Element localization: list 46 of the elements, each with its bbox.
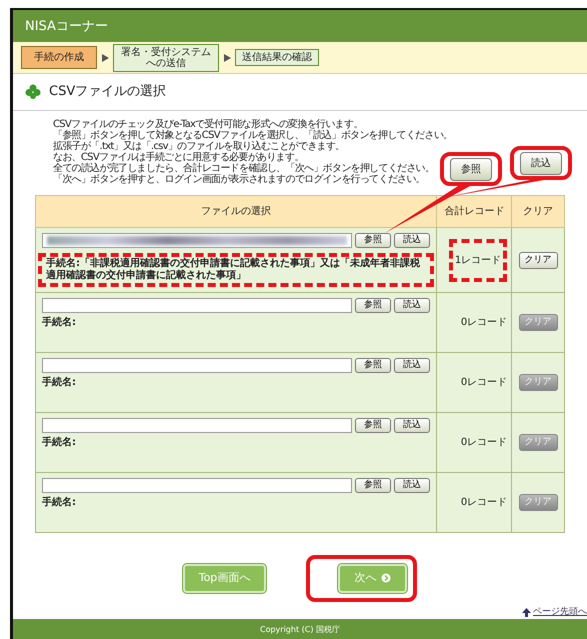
- file-field[interactable]: [42, 478, 352, 493]
- button-label: 参照: [450, 158, 492, 180]
- procedure-name: 手続名:: [42, 377, 77, 389]
- up-arrow-icon: [522, 608, 531, 617]
- column-header: クリア: [512, 196, 564, 228]
- instruction-text: なお、CSVファイルは手続ごとに用意する必要があります。: [53, 152, 304, 162]
- load-button[interactable]: 読込: [394, 478, 430, 493]
- corner-title: NISAコーナー: [25, 19, 108, 34]
- browse-button[interactable]: 参照: [355, 233, 391, 248]
- clover-icon: [25, 84, 41, 100]
- clear-button[interactable]: クリア: [518, 252, 558, 268]
- browse-button[interactable]: 参照: [355, 418, 391, 433]
- record-count: 1レコード: [454, 254, 502, 266]
- button-label: 読込: [520, 152, 562, 174]
- file-field[interactable]: [42, 298, 352, 313]
- browse-button[interactable]: 参照: [355, 358, 391, 373]
- record-count: 0レコード: [460, 317, 508, 328]
- instruction-text: 「次へ」ボタンを押すと、ログイン画面が表示されますのでログインを行ってください。: [53, 174, 426, 184]
- load-button[interactable]: 読込: [394, 233, 430, 248]
- arrow-icon: [101, 54, 109, 62]
- column-header: 合計レコード: [436, 196, 512, 228]
- procedure-name: 手続名:「非課税適用確認書の交付申請書に記載された事項」又は「未成年者非課税適用確認書の交付申請書に記載された事項」: [46, 258, 421, 282]
- browse-button[interactable]: 参照: [355, 478, 391, 493]
- record-count: 0レコード: [460, 377, 508, 388]
- procedure-name: 手続名:: [42, 317, 77, 329]
- procedure-name: 手続名:: [42, 437, 77, 449]
- copyright-text: Copyright (C) 国税庁: [260, 625, 340, 634]
- arrow-icon: [223, 54, 231, 62]
- load-button[interactable]: 読込: [394, 358, 430, 373]
- instruction-text: 全ての読込が完了しましたら、合計レコードを確認し、「次へ」ボタンを押してください。: [53, 162, 434, 174]
- instruction-text: CSVファイルのチェック及びe-Taxで受付可能な形式への変換を行います。: [53, 118, 363, 130]
- instruction-text: 拡張子が「.txt」又は「.csv」のファイルを取り込むことができます。: [53, 140, 345, 152]
- column-header: ファイルの選択: [36, 196, 437, 228]
- load-button[interactable]: 読込: [394, 418, 430, 433]
- file-field[interactable]: [42, 418, 352, 433]
- load-button[interactable]: 読込: [394, 298, 430, 313]
- section-title: CSVファイルの選択: [49, 83, 166, 101]
- instruction-text: 「参照」ボタンを押して対象となるCSVファイルを選択し、「読込」ボタンを押してください。: [53, 130, 452, 140]
- file-field[interactable]: [42, 358, 352, 373]
- procedure-name: 手続名:: [42, 497, 77, 509]
- browse-button[interactable]: 参照: [355, 298, 391, 313]
- record-count: 0レコード: [460, 437, 508, 448]
- file-field[interactable]: [42, 233, 352, 248]
- page-top-link[interactable]: ページ先頭へ: [533, 606, 587, 619]
- record-count: 0レコード: [460, 497, 508, 508]
- arrow-circle-icon: [381, 573, 392, 584]
